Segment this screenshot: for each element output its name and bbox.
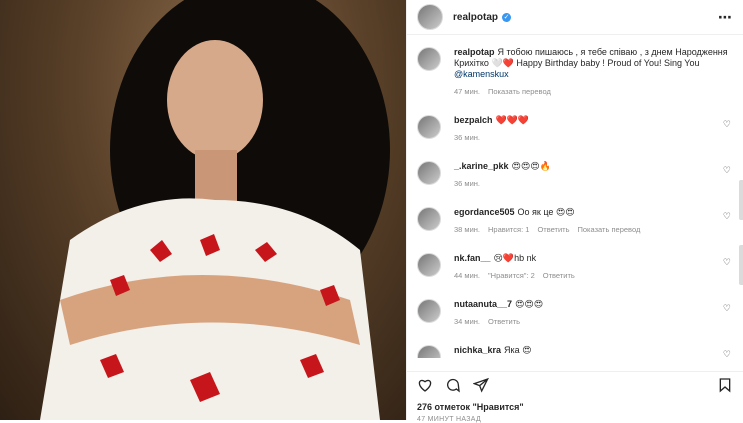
comment-time[interactable]: 34 мин.: [454, 317, 480, 326]
translate-link[interactable]: Показать перевод: [578, 225, 641, 234]
caption-username[interactable]: realpotap: [454, 47, 495, 57]
comment-avatar[interactable]: [417, 161, 441, 185]
share-icon[interactable]: [473, 377, 489, 393]
comment-row: _.karine_pkk 😍😍😍🔥 36 мин. ♡: [407, 161, 743, 189]
verified-badge-icon: ✓: [502, 12, 512, 22]
comment-row: nk.fan__ 😢❤️hb nk 44 мин. "Нравится": 2 Отв…: [407, 253, 743, 281]
comment-like-icon[interactable]: ♡: [723, 119, 731, 130]
comment-username[interactable]: nichka_kra: [454, 345, 501, 355]
next-post-tab[interactable]: [739, 245, 743, 285]
comment-avatar[interactable]: [417, 207, 441, 231]
comment-like-icon[interactable]: ♡: [723, 211, 731, 222]
post-header: realpotap ✓ ⋯: [407, 0, 743, 35]
comment-text: ❤️❤️❤️: [495, 115, 530, 125]
comment-avatar[interactable]: [417, 115, 441, 139]
comment-likes[interactable]: "Нравится": 2: [488, 271, 535, 280]
more-icon[interactable]: ⋯: [718, 9, 733, 26]
comment-username[interactable]: nk.fan__: [454, 253, 491, 263]
comment-time[interactable]: 36 мин.: [454, 179, 480, 188]
reply-button[interactable]: Ответить: [488, 317, 520, 326]
comment-like-icon[interactable]: ♡: [723, 257, 731, 268]
likes-count[interactable]: 276 отметок "Нравится": [417, 402, 524, 412]
comment-like-icon[interactable]: ♡: [723, 349, 731, 358]
post-photo[interactable]: [0, 0, 406, 420]
reply-button[interactable]: Ответить: [543, 271, 575, 280]
author-avatar[interactable]: [417, 4, 443, 30]
comment-row: nutaanuta__7 😍😍😍 34 мин. Ответить ♡: [407, 299, 743, 327]
comment-username[interactable]: nutaanuta__7: [454, 299, 512, 309]
comment-text: 😍😍😍🔥: [511, 161, 551, 171]
comment-likes[interactable]: Нравится: 1: [488, 225, 529, 234]
comment-text: 😍😍😍: [515, 299, 544, 309]
comment-icon[interactable]: [445, 377, 461, 393]
heart-icon[interactable]: [417, 377, 433, 393]
comment-time[interactable]: 38 мин.: [454, 225, 480, 234]
comment-like-icon[interactable]: ♡: [723, 165, 731, 176]
author-avatar[interactable]: [417, 47, 441, 71]
author-username[interactable]: realpotap: [453, 12, 498, 23]
action-bar: [407, 371, 743, 398]
comment-username[interactable]: _.karine_pkk: [454, 161, 509, 171]
comment-text: 😢❤️hb nk: [493, 253, 537, 263]
next-post-tab[interactable]: [739, 180, 743, 220]
comment-username[interactable]: bezpalch: [454, 115, 493, 125]
comment-avatar[interactable]: [417, 253, 441, 277]
comment-avatar[interactable]: [417, 299, 441, 323]
comment-time[interactable]: 44 мин.: [454, 271, 480, 280]
comment-text: Оо як це 😍😍: [517, 207, 575, 217]
comment-username[interactable]: egordance505: [454, 207, 515, 217]
comment-like-icon[interactable]: ♡: [723, 303, 731, 314]
comment-row: egordance505 Оо як це 😍😍 38 мин. Нравится:…: [407, 207, 743, 235]
comment-text: Яка 😍: [504, 345, 532, 355]
caption: realpotap Я тобою пишаюсь , я тебе співаю…: [407, 47, 743, 97]
comment-row: bezpalch ❤️❤️❤️ 36 мин. ♡: [407, 115, 743, 143]
caption-time[interactable]: 47 мин.: [454, 87, 480, 96]
comment-time[interactable]: 36 мин.: [454, 133, 480, 142]
translate-link[interactable]: Показать перевод: [488, 87, 551, 96]
caption-mention[interactable]: @kamenskux: [454, 69, 509, 79]
photo-illustration: [40, 0, 390, 420]
caption-text: Я тобою пишаюсь , я тебе співаю , з днем…: [454, 47, 728, 68]
post-panel: realpotap ✓ ⋯ realpotap Я тобою пишаюсь ,…: [406, 0, 743, 423]
bookmark-icon[interactable]: [717, 377, 733, 393]
comment-avatar[interactable]: [417, 345, 441, 358]
comment-row: nichka_kra Яка 😍 ♡: [407, 345, 743, 358]
comments-feed[interactable]: realpotap Я тобою пишаюсь , я тебе співаю…: [407, 35, 743, 358]
reply-button[interactable]: Ответить: [537, 225, 569, 234]
